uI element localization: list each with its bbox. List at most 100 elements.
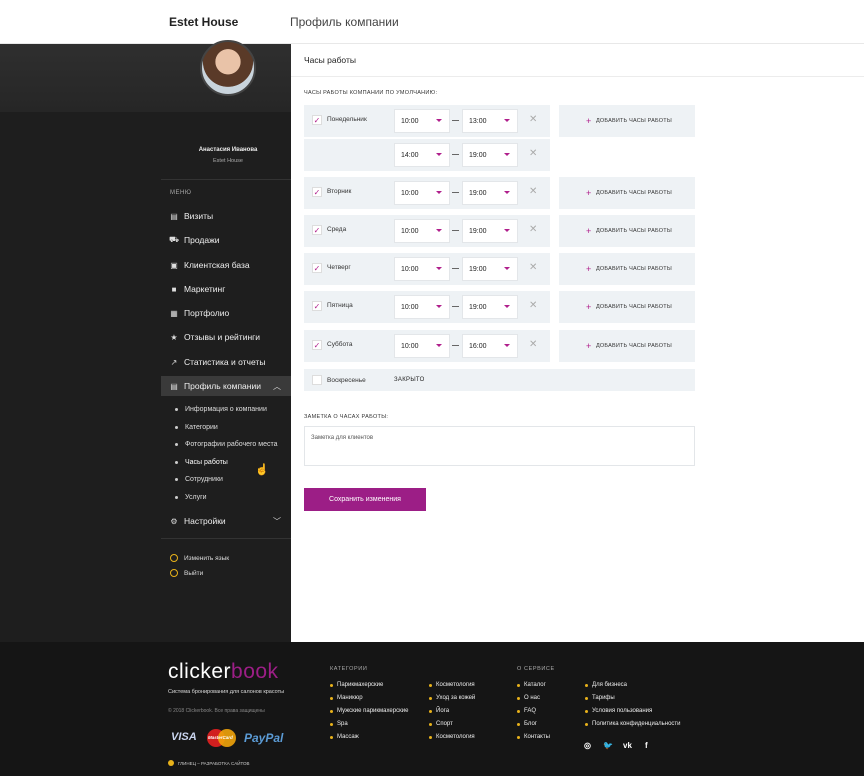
add-hours-button[interactable]: + ДОБАВИТЬ ЧАСЫ РАБОТЫ	[559, 291, 695, 323]
add-hours-label: ДОБАВИТЬ ЧАСЫ РАБОТЫ	[596, 228, 672, 234]
time-from-select[interactable]: 10:00	[394, 181, 450, 205]
subitem-label: Информация о компании	[185, 406, 267, 413]
footer-link[interactable]: Spa	[330, 721, 348, 727]
sidebar-item-sales[interactable]: ⛟ Продажи	[161, 230, 291, 250]
footer-link[interactable]: Каталог	[517, 682, 546, 688]
save-button[interactable]: Сохранить изменения	[304, 488, 426, 511]
sidebar-item-label: Маркетинг	[184, 284, 226, 294]
day-checkbox[interactable]: ✓	[312, 263, 322, 273]
chevron-down-icon[interactable]: ﹀	[273, 516, 281, 527]
remove-time-icon[interactable]: ✕	[529, 339, 537, 350]
note-textarea[interactable]: Заметка для клиентов	[304, 426, 695, 466]
sidebar-item-portfolio[interactable]: ▦ Портфолио	[161, 303, 291, 323]
caret-down-icon	[504, 153, 510, 156]
add-hours-button[interactable]: + ДОБАВИТЬ ЧАСЫ РАБОТЫ	[559, 253, 695, 285]
day-checkbox[interactable]: ✓	[312, 187, 322, 197]
subitem-working-hours[interactable]: Часы работы	[175, 459, 228, 466]
caret-down-icon	[504, 305, 510, 308]
day-checkbox[interactable]: ✓	[312, 340, 322, 350]
subitem-services[interactable]: Услуги	[175, 494, 207, 501]
footer-link[interactable]: Парикмахерские	[330, 682, 383, 688]
footer-link[interactable]: Блог	[517, 721, 537, 727]
subitem-workplace-photos[interactable]: Фотографии рабочего места	[175, 441, 277, 448]
subitem-categories[interactable]: Категории	[175, 424, 218, 431]
menu-heading: МЕНЮ	[170, 190, 192, 196]
remove-time-icon[interactable]: ✕	[529, 262, 537, 273]
sidebar-item-company-profile[interactable]: ▤ Профиль компании ︿	[161, 376, 291, 396]
time-to-select[interactable]: 19:00	[462, 295, 518, 319]
caret-down-icon	[436, 305, 442, 308]
time-to-select[interactable]: 19:00	[462, 143, 518, 167]
day-checkbox[interactable]: ✓	[312, 115, 322, 125]
add-hours-button[interactable]: + ДОБАВИТЬ ЧАСЫ РАБОТЫ	[559, 177, 695, 209]
add-hours-button[interactable]: + ДОБАВИТЬ ЧАСЫ РАБОТЫ	[559, 215, 695, 247]
footer-logo[interactable]: clickerbook	[168, 660, 279, 684]
sidebar-item-reviews[interactable]: ★ Отзывы и рейтинги	[161, 327, 291, 347]
footer-link[interactable]: Йога	[429, 708, 449, 714]
change-language-link[interactable]: Изменить язык	[170, 554, 229, 562]
bullet-icon	[429, 683, 432, 687]
sidebar-item-settings[interactable]: ⚙ Настройки ﹀	[161, 511, 291, 531]
time-to-select[interactable]: 19:00	[462, 219, 518, 243]
footer-link[interactable]: Спорт	[429, 721, 453, 727]
developer-credit[interactable]: ГЛИНЕЦ – РАЗРАБОТКА САЙТОВ	[168, 760, 250, 766]
footer-link[interactable]: Для бизнеса	[585, 682, 627, 688]
footer-link[interactable]: Маникюр	[330, 695, 363, 701]
bullet-icon	[585, 709, 588, 713]
time-from-value: 10:00	[401, 266, 419, 273]
footer-link[interactable]: О нас	[517, 695, 540, 701]
contacts-icon: ▣	[170, 260, 178, 270]
time-from-select[interactable]: 10:00	[394, 334, 450, 358]
time-from-select[interactable]: 10:00	[394, 257, 450, 281]
footer-link[interactable]: Мужские парикмахерские	[330, 708, 408, 714]
footer-link[interactable]: Косметология	[429, 682, 475, 688]
day-checkbox[interactable]	[312, 375, 322, 385]
time-from-select[interactable]: 10:00	[394, 295, 450, 319]
footer-link[interactable]: FAQ	[517, 708, 536, 714]
remove-time-icon[interactable]: ✕	[529, 300, 537, 311]
time-to-select[interactable]: 19:00	[462, 181, 518, 205]
time-to-select[interactable]: 13:00	[462, 109, 518, 133]
remove-time-icon[interactable]: ✕	[529, 224, 537, 235]
remove-time-icon[interactable]: ✕	[529, 186, 537, 197]
bullet-icon	[585, 722, 588, 726]
sidebar-item-visits[interactable]: ▤ Визиты	[161, 206, 291, 226]
remove-time-icon[interactable]: ✕	[529, 114, 537, 125]
chevron-up-icon[interactable]: ︿	[273, 381, 281, 392]
sidebar-item-clients[interactable]: ▣ Клиентская база	[161, 255, 291, 275]
footer-link-label: Spa	[337, 721, 348, 727]
sidebar-item-statistics[interactable]: ↗ Статистика и отчеты	[161, 352, 291, 372]
add-hours-label: ДОБАВИТЬ ЧАСЫ РАБОТЫ	[596, 343, 672, 349]
day-name: Среда	[327, 226, 347, 233]
footer-link[interactable]: Условия пользования	[585, 708, 652, 714]
time-to-select[interactable]: 16:00	[462, 334, 518, 358]
facebook-icon[interactable]: f	[645, 741, 648, 750]
subitem-label: Фотографии рабочего места	[185, 441, 278, 448]
footer-link[interactable]: Косметология	[429, 734, 475, 740]
sidebar-item-marketing[interactable]: ■ Маркетинг	[161, 279, 291, 299]
day-checkbox[interactable]: ✓	[312, 301, 322, 311]
subitem-company-info[interactable]: Информация о компании	[175, 406, 267, 413]
footer-link-label: Маникюр	[337, 695, 363, 701]
time-from-select[interactable]: 10:00	[394, 219, 450, 243]
footer-link[interactable]: Контакты	[517, 734, 550, 740]
footer-link[interactable]: Массаж	[330, 734, 359, 740]
add-hours-button[interactable]: + ДОБАВИТЬ ЧАСЫ РАБОТЫ	[559, 330, 695, 362]
twitter-icon[interactable]: 🐦	[603, 741, 613, 750]
time-from-select[interactable]: 10:00	[394, 109, 450, 133]
subitem-staff[interactable]: Сотрудники	[175, 476, 223, 483]
avatar[interactable]	[200, 40, 256, 96]
vk-icon[interactable]: vk	[623, 741, 632, 750]
time-to-select[interactable]: 19:00	[462, 257, 518, 281]
footer-link[interactable]: Тарифы	[585, 695, 615, 701]
add-hours-button[interactable]: + ДОБАВИТЬ ЧАСЫ РАБОТЫ	[559, 105, 695, 137]
remove-time-icon[interactable]: ✕	[529, 148, 537, 159]
day-checkbox[interactable]: ✓	[312, 225, 322, 235]
instagram-icon[interactable]: ◎	[584, 741, 591, 750]
footer-link[interactable]: Политика конфиденциальности	[585, 721, 681, 727]
footer-link[interactable]: Уход за кожей	[429, 695, 475, 701]
time-from-select[interactable]: 14:00	[394, 143, 450, 167]
main-divider	[291, 76, 864, 77]
brand-name[interactable]: Estet House	[169, 15, 238, 29]
logout-link[interactable]: Выйти	[170, 569, 203, 577]
